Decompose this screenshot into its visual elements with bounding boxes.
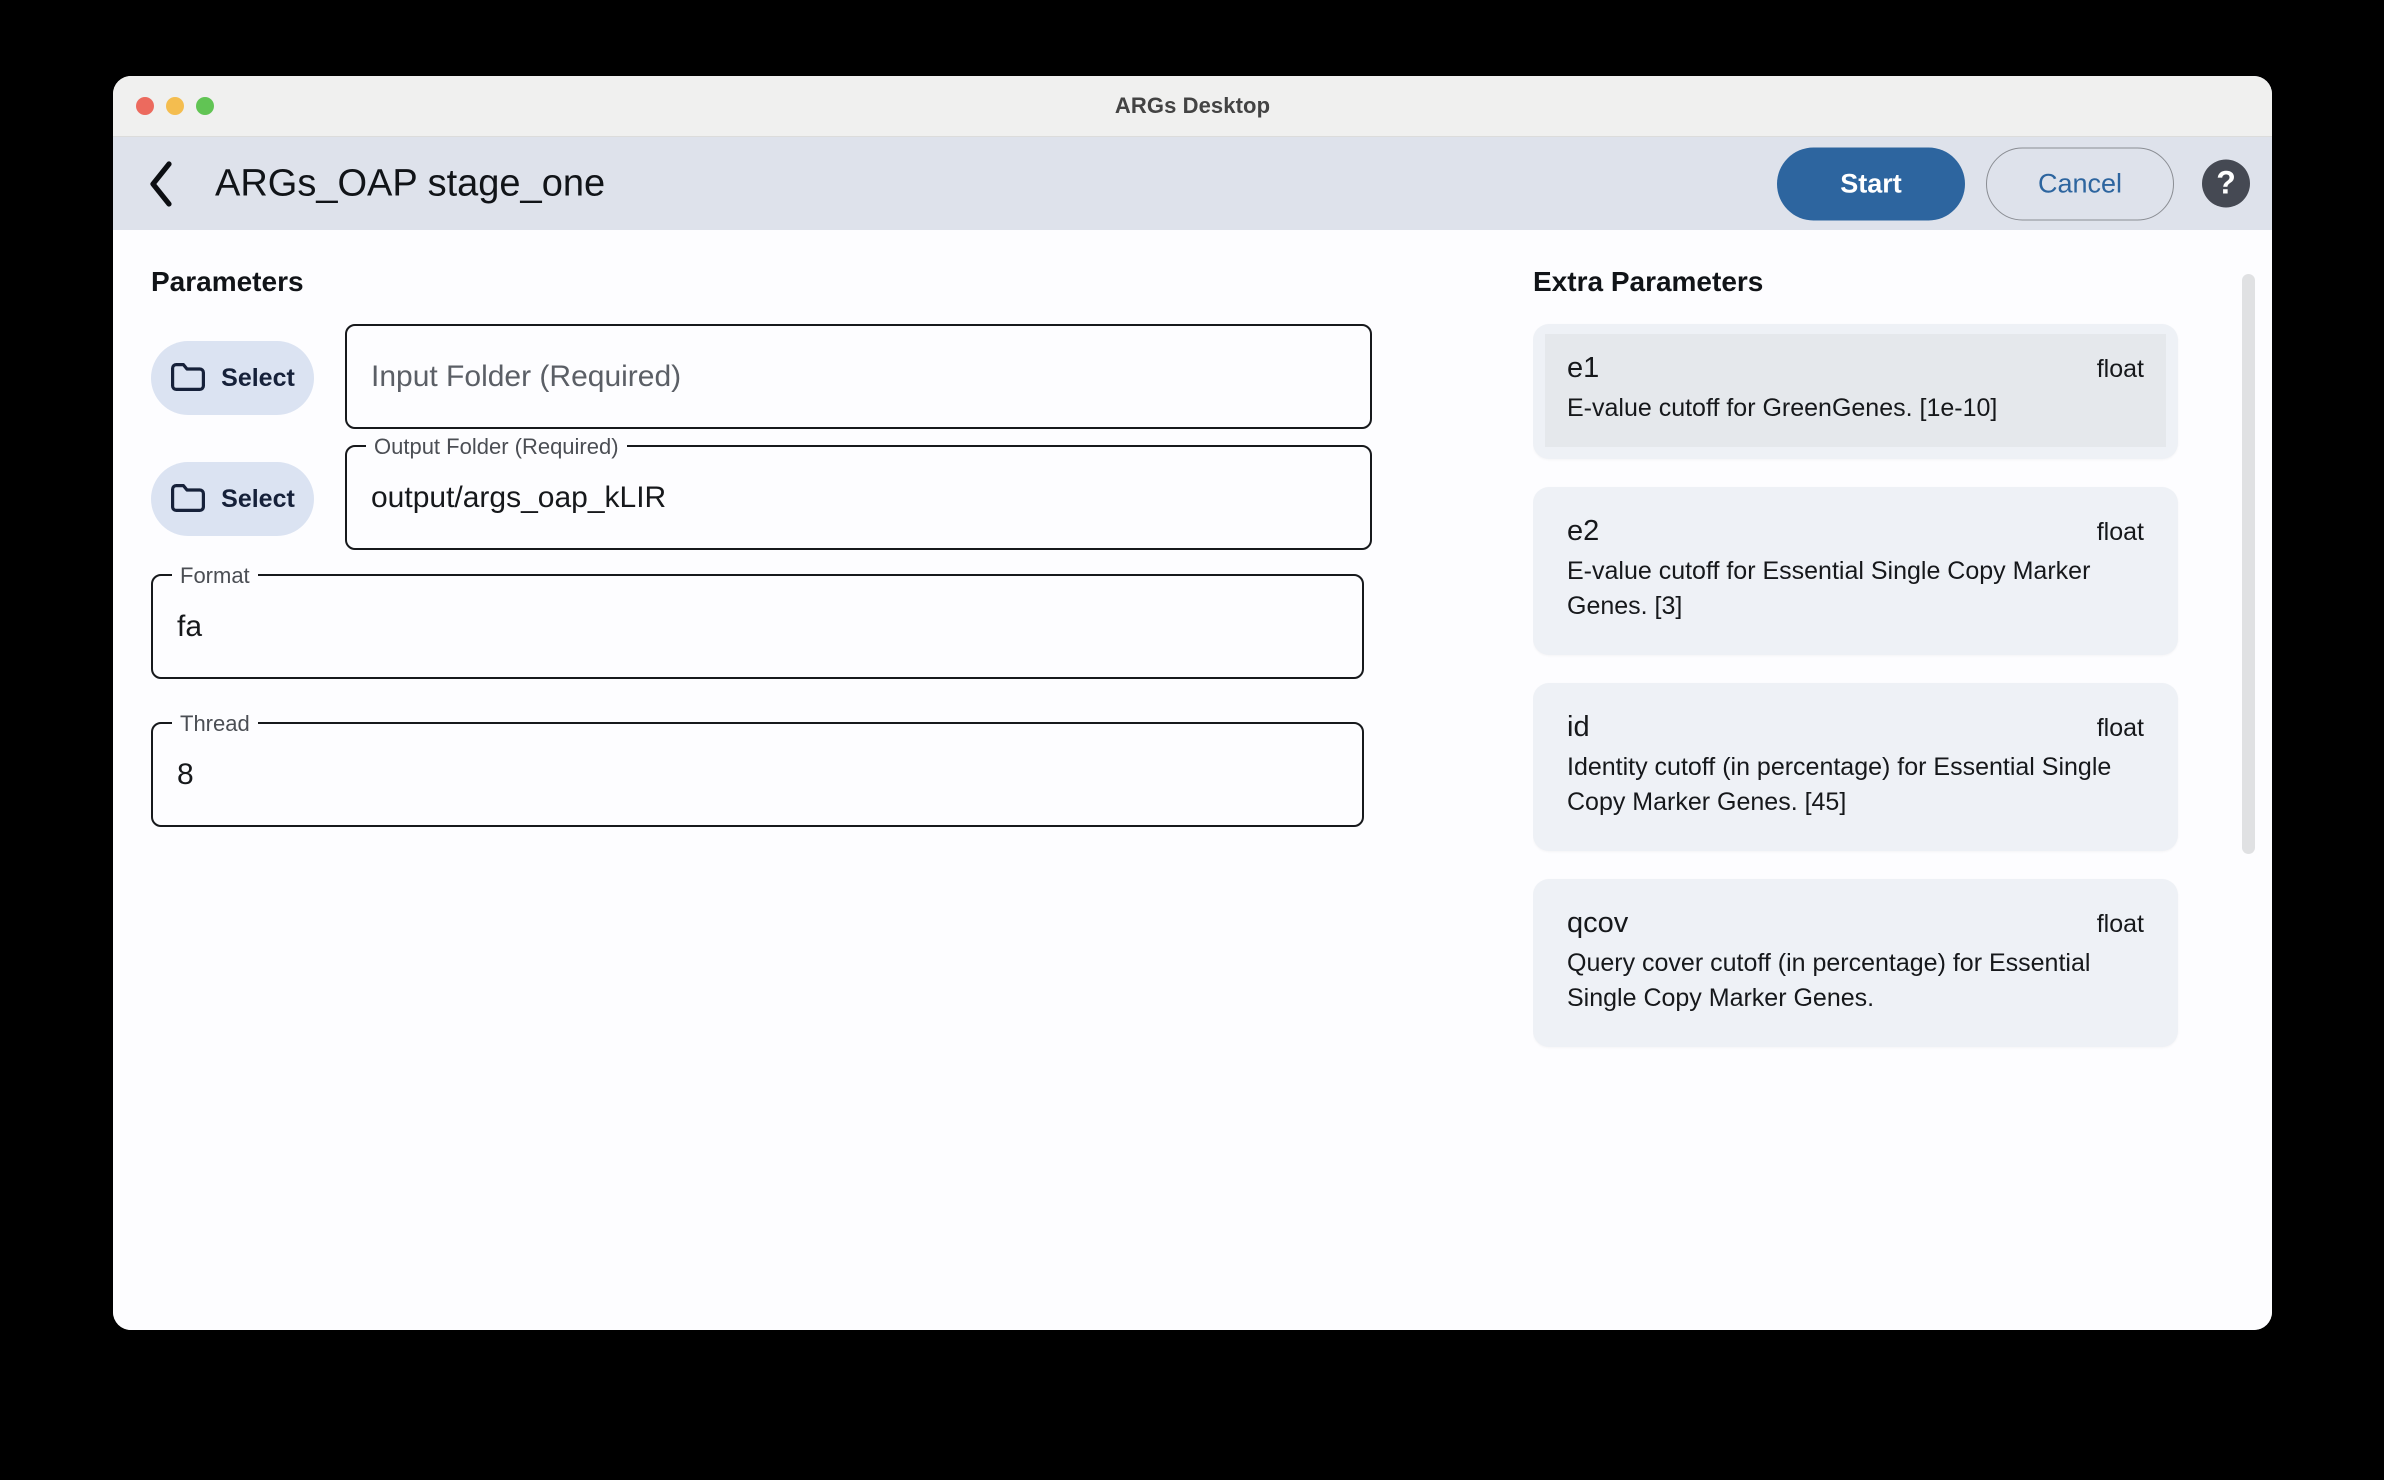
output-folder-row: Select Output Folder (Required) output/a… — [151, 434, 1533, 550]
extra-parameter-card-id[interactable]: id float Identity cutoff (in percentage)… — [1533, 682, 2178, 851]
extra-parameter-card-qcov[interactable]: qcov float Query cover cutoff (in percen… — [1533, 878, 2178, 1047]
cancel-button[interactable]: Cancel — [1986, 147, 2174, 220]
app-window: ARGs Desktop ARGs_OAP stage_one Start Ca… — [113, 76, 2272, 1330]
extra-parameter-name: e1 — [1567, 352, 1600, 384]
parameters-heading: Parameters — [151, 266, 304, 297]
traffic-light-buttons — [136, 97, 214, 115]
input-folder-field[interactable]: Input Folder (Required) — [345, 324, 1372, 429]
extra-parameters-list: e1 float E-value cutoff for GreenGenes. … — [1533, 324, 2178, 1047]
output-folder-field[interactable]: Output Folder (Required) output/args_oap… — [345, 434, 1372, 550]
extra-parameter-header: id float — [1567, 711, 2144, 744]
extra-parameter-name: qcov — [1567, 906, 1629, 939]
output-folder-value: output/args_oap_kLIR — [371, 480, 667, 514]
folder-icon — [170, 483, 206, 516]
extra-parameter-type: float — [2096, 355, 2144, 383]
back-button[interactable] — [133, 156, 189, 212]
parameters-pane: Parameters Select Input Folder (Required… — [113, 230, 1533, 1330]
input-folder-select-button[interactable]: Select — [151, 341, 314, 415]
output-folder-select-button[interactable]: Select — [151, 462, 314, 536]
extra-parameters-scrollbar-thumb[interactable] — [2242, 274, 2255, 854]
extra-parameter-inner: qcov float Query cover cutoff (in percen… — [1567, 907, 2144, 1017]
input-folder-placeholder: Input Folder (Required) — [371, 359, 682, 393]
toolbar-actions: Start Cancel ? — [1777, 147, 2250, 220]
thread-field[interactable]: Thread 8 — [151, 711, 1364, 827]
extra-parameter-type: float — [2096, 517, 2144, 546]
format-legend: Format — [172, 563, 258, 589]
format-value: fa — [177, 609, 203, 643]
extra-parameters-pane: Extra Parameters e1 float E-value cutoff… — [1533, 230, 2272, 1330]
extra-parameter-description: E-value cutoff for GreenGenes. [1e-10] — [1567, 394, 1998, 422]
page-title: ARGs_OAP stage_one — [215, 162, 606, 204]
extra-parameters-scrollbar-track[interactable] — [2242, 274, 2255, 1304]
close-window-button[interactable] — [136, 97, 154, 115]
extra-parameter-type: float — [2096, 909, 2144, 938]
extra-parameter-header: e1 float — [1567, 352, 2144, 385]
extra-parameters-heading: Extra Parameters — [1533, 266, 1764, 297]
chevron-left-icon — [146, 160, 176, 208]
maximize-window-button[interactable] — [196, 97, 214, 115]
extra-parameter-type: float — [2096, 713, 2144, 742]
help-icon[interactable]: ? — [2202, 159, 2250, 208]
thread-legend: Thread — [172, 711, 258, 737]
window-body: Parameters Select Input Folder (Required… — [113, 230, 2272, 1330]
extra-parameter-name: id — [1567, 710, 1590, 743]
extra-parameter-description: Query cover cutoff (in percentage) for E… — [1567, 948, 2091, 1013]
extra-parameter-header: e2 float — [1567, 515, 2144, 548]
extra-parameter-card-e2[interactable]: e2 float E-value cutoff for Essential Si… — [1533, 486, 2178, 655]
extra-parameter-description: Identity cutoff (in percentage) for Esse… — [1567, 752, 2112, 817]
minimize-window-button[interactable] — [166, 97, 184, 115]
input-folder-row: Select Input Folder (Required) — [151, 324, 1533, 429]
start-button[interactable]: Start — [1777, 147, 1965, 220]
extra-parameter-name: e2 — [1567, 514, 1600, 547]
extra-parameter-description: E-value cutoff for Essential Single Copy… — [1567, 556, 2091, 621]
output-folder-select-label: Select — [221, 484, 295, 513]
output-folder-legend: Output Folder (Required) — [366, 434, 627, 460]
app-toolbar: ARGs_OAP stage_one Start Cancel ? — [113, 137, 2272, 230]
thread-value: 8 — [177, 757, 194, 791]
extra-parameter-inner: e1 float E-value cutoff for GreenGenes. … — [1545, 334, 2166, 447]
window-title: ARGs Desktop — [1114, 93, 1271, 118]
extra-parameter-inner: e2 float E-value cutoff for Essential Si… — [1567, 515, 2144, 625]
folder-icon — [170, 362, 206, 395]
extra-parameter-inner: id float Identity cutoff (in percentage)… — [1567, 711, 2144, 821]
input-folder-select-label: Select — [221, 363, 295, 392]
window-titlebar: ARGs Desktop — [113, 76, 2272, 137]
extra-parameter-card-e1[interactable]: e1 float E-value cutoff for GreenGenes. … — [1533, 324, 2178, 459]
extra-parameter-header: qcov float — [1567, 907, 2144, 940]
format-field[interactable]: Format fa — [151, 563, 1364, 679]
